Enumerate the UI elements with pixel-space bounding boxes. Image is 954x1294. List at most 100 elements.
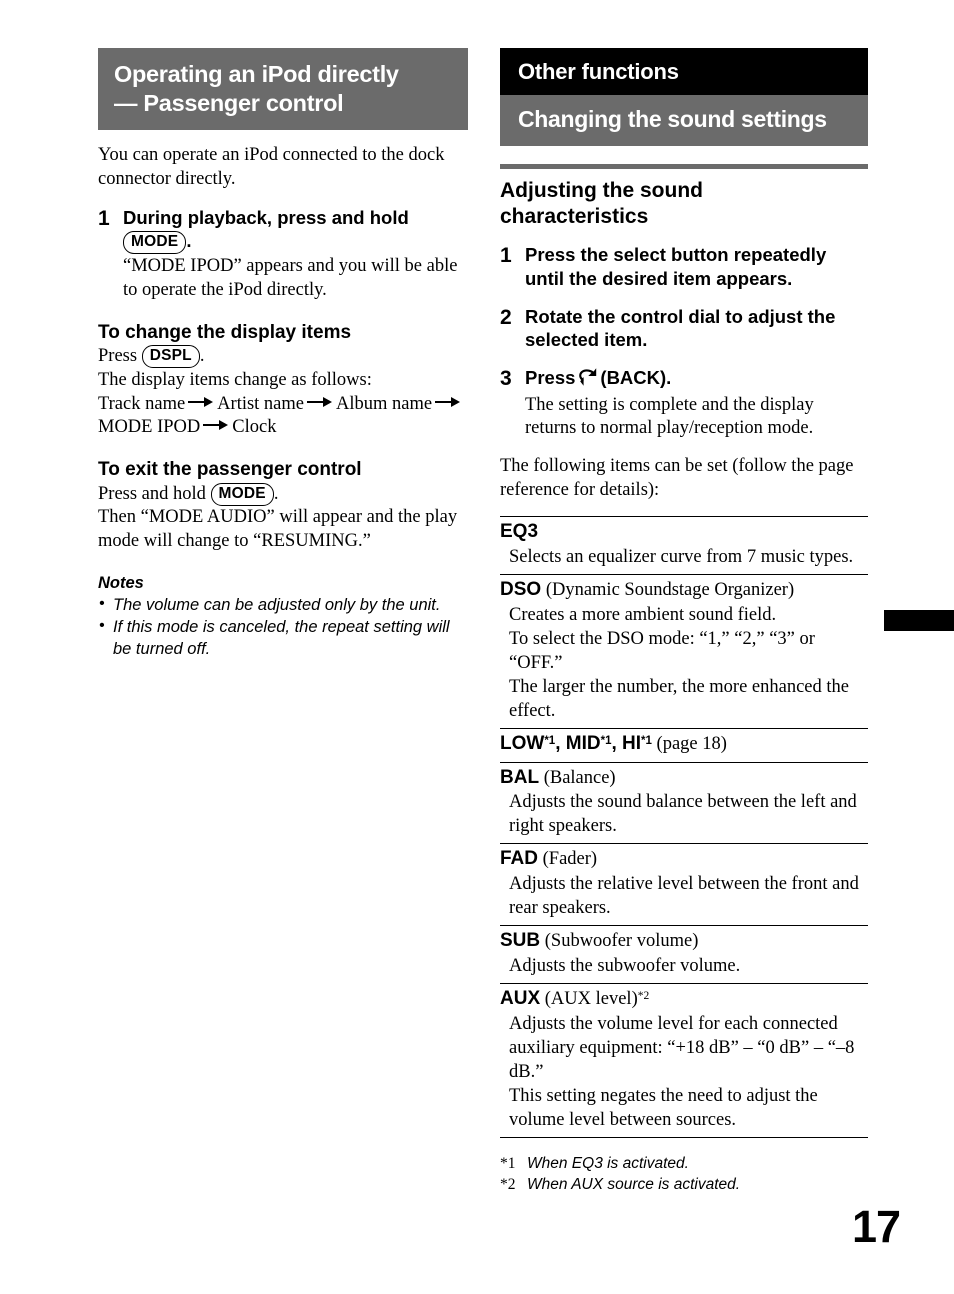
- setting-description: Adjusts the volume level for each connec…: [500, 1012, 868, 1132]
- setting-row-sub: SUB (Subwoofer volume) Adjusts the subwo…: [500, 926, 868, 984]
- following-items-note: The following items can be set (follow t…: [500, 455, 868, 502]
- setting-description: Selects an equalizer curve from 7 music …: [500, 545, 868, 569]
- exit-passenger-press-line: Press and hold MODE.: [98, 482, 468, 507]
- setting-term-suffix: (page 18): [651, 733, 727, 754]
- exit-passenger-body: Press and hold MODE. Then “MODE AUDIO” w…: [98, 482, 468, 554]
- right-step-2-title: Rotate the control dial to adjust the se…: [525, 305, 868, 352]
- right-step-3: 3 Press (BACK). The setting is complete a…: [500, 366, 868, 441]
- right-step-1-line2: until the desired item appears.: [525, 267, 793, 289]
- footnote-marker-2: *2: [637, 989, 650, 1002]
- setting-term-name: DSO: [500, 578, 542, 600]
- display-items-press-period: .: [199, 346, 205, 367]
- display-items-note: The display items change as follows:: [98, 369, 372, 390]
- adjusting-sound-heading-line1: Adjusting the sound: [500, 178, 703, 202]
- arrow-right-icon: [203, 420, 229, 431]
- sequence-item-1: Artist name: [217, 393, 304, 414]
- notes-list: The volume can be adjusted only by the u…: [98, 594, 468, 660]
- arrow-right-icon: [307, 396, 333, 407]
- setting-desc-line: volume level between sources.: [509, 1109, 737, 1130]
- right-step-3-after-icon: (BACK).: [600, 366, 672, 388]
- edge-index-tab: [884, 610, 954, 631]
- setting-description: Creates a more ambient sound field. To s…: [500, 603, 868, 723]
- left-step-1-number: 1: [98, 206, 110, 230]
- exit-passenger-period: .: [273, 483, 279, 504]
- setting-desc-line: Creates a more ambient sound field.: [509, 604, 777, 625]
- sequence-item-0: Track name: [98, 393, 186, 414]
- setting-desc-line: dB.”: [509, 1061, 544, 1082]
- footnote-marker-1: *1: [641, 734, 652, 747]
- left-intro-paragraph: You can operate an iPod connected to the…: [98, 145, 445, 189]
- notes-heading: Notes: [98, 573, 144, 592]
- setting-term-suffix: (Balance): [539, 767, 616, 788]
- arrow-right-icon: [435, 396, 461, 407]
- exit-passenger-heading: To exit the passenger control: [98, 458, 362, 480]
- right-step-1-number: 1: [500, 244, 512, 268]
- setting-term: EQ3: [500, 520, 868, 545]
- exit-passenger-press-label: Press and hold: [98, 483, 206, 504]
- right-step-3-number: 3: [500, 366, 512, 390]
- setting-row-low-mid-hi: LOW*1, MID*1, HI*1 (page 18): [500, 729, 868, 763]
- setting-desc-line: auxiliary equipment: “+18 dB” – “0 dB” –…: [509, 1037, 855, 1058]
- mode-key-button[interactable]: MODE: [123, 231, 187, 255]
- setting-desc-line: Adjusts the subwoofer volume.: [509, 955, 741, 976]
- left-step-1-title-text: During playback, press and hold: [123, 206, 409, 228]
- adjusting-sound-heading-line2: characteristics: [500, 204, 649, 228]
- display-items-press-line: Press DSPL.: [98, 345, 468, 369]
- left-section-banner: Operating an iPod directly — Passenger c…: [98, 48, 468, 131]
- display-items-press-label: Press: [98, 346, 138, 367]
- right-step-2: 2 Rotate the control dial to adjust the …: [500, 305, 868, 352]
- setting-row-aux: AUX (AUX level)*2 Adjusts the volume lev…: [500, 984, 868, 1138]
- exit-passenger-line1: Then “MODE AUDIO” will appear and the pl…: [98, 507, 458, 528]
- sequence-item-2: Album name: [336, 393, 433, 414]
- setting-term-name: EQ3: [500, 521, 539, 543]
- left-step-1-desc-line1: “MODE IPOD” appears and you will be able: [123, 256, 458, 277]
- setting-desc-line: effect.: [509, 700, 556, 721]
- right-step-2-line2: selected item.: [525, 329, 648, 351]
- left-banner-line2: — Passenger control: [114, 89, 344, 116]
- setting-term-name: SUB: [500, 930, 541, 952]
- note-item: The volume can be adjusted only by the u…: [98, 594, 468, 616]
- left-step-1-period: .: [186, 230, 192, 252]
- setting-term: AUX (AUX level)*2: [500, 987, 868, 1012]
- setting-term-name: BAL: [500, 766, 540, 788]
- right-step-1-title: Press the select button repeatedly until…: [525, 243, 868, 290]
- right-step-3-press-label: Press: [525, 366, 576, 388]
- setting-term-suffix: (AUX level)*2: [540, 988, 650, 1009]
- section-banner: Changing the sound settings: [500, 95, 868, 146]
- setting-term-name: AUX: [500, 987, 541, 1009]
- back-arrow-icon: [577, 368, 597, 393]
- right-step-3-desc-line1: The setting is complete and the display: [525, 394, 814, 415]
- setting-term: SUB (Subwoofer volume): [500, 929, 868, 954]
- setting-desc-line: Adjusts the relative level between the f…: [509, 874, 859, 895]
- footnote-2: *2 When AUX source is activated.: [500, 1175, 868, 1196]
- setting-term-suffix: (Subwoofer volume): [540, 931, 699, 952]
- right-step-3-title: Press (BACK).: [525, 366, 868, 393]
- setting-row-dso: DSO (Dynamic Soundstage Organizer) Creat…: [500, 575, 868, 729]
- setting-description: Adjusts the subwoofer volume.: [500, 954, 868, 978]
- section-divider: [500, 163, 868, 169]
- footnote-marker-1: *1: [600, 734, 612, 747]
- sequence-item-4: Clock: [232, 417, 277, 438]
- setting-row-fad: FAD (Fader) Adjusts the relative level b…: [500, 844, 868, 927]
- display-items-heading: To change the display items: [98, 321, 352, 343]
- right-step-1-line1: Press the select button repeatedly: [525, 244, 827, 266]
- display-items-body: Press DSPL. The display items change as …: [98, 345, 468, 440]
- footnote-1-marker: *1: [500, 1154, 516, 1172]
- display-items-sequence: Track name Artist name Album name MODE IPOD…: [98, 393, 468, 440]
- left-banner-line1: Operating an iPod directly: [114, 61, 399, 87]
- manual-page: Operating an iPod directly — Passenger c…: [0, 0, 954, 1294]
- setting-desc-line: right speakers.: [509, 816, 617, 837]
- right-step-2-number: 2: [500, 305, 512, 329]
- left-step-1-description: “MODE IPOD” appears and you will be able…: [123, 255, 468, 302]
- setting-description: Adjusts the sound balance between the le…: [500, 790, 868, 838]
- setting-desc-line: Adjusts the volume level for each connec…: [509, 1013, 838, 1034]
- setting-term-suffix: (Fader): [538, 849, 598, 870]
- mode-key-button-exit[interactable]: MODE: [210, 482, 274, 506]
- setting-term: FAD (Fader): [500, 847, 868, 872]
- page-number: 17: [852, 1201, 901, 1252]
- sequence-item-3: MODE IPOD: [98, 417, 201, 438]
- setting-term: LOW*1, MID*1, HI*1 (page 18): [500, 732, 868, 757]
- right-step-3-desc-line2: returns to normal play/reception mode.: [525, 418, 814, 439]
- setting-term: BAL (Balance): [500, 766, 868, 791]
- dspl-key-button[interactable]: DSPL: [141, 345, 200, 369]
